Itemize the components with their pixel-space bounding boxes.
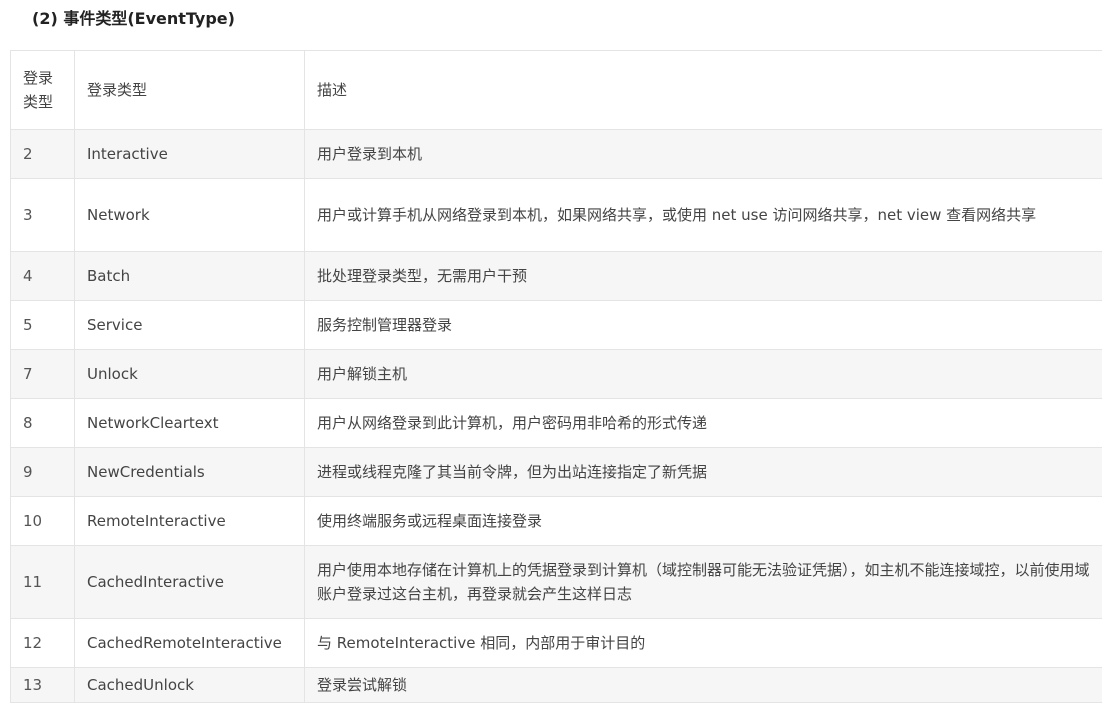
cell-desc: 用户解锁主机 bbox=[304, 349, 1102, 399]
cell-name: Network bbox=[74, 178, 305, 252]
table-row: 11 CachedInteractive 用户使用本地存储在计算机上的凭据登录到… bbox=[10, 545, 1102, 619]
cell-desc: 用户使用本地存储在计算机上的凭据登录到计算机（域控制器可能无法验证凭据），如主机… bbox=[304, 545, 1102, 619]
cell-type: 3 bbox=[10, 178, 75, 252]
cell-name: CachedRemoteInteractive bbox=[74, 618, 305, 668]
cell-type: 9 bbox=[10, 447, 75, 497]
table-row: 10 RemoteInteractive 使用终端服务或远程桌面连接登录 bbox=[10, 496, 1102, 546]
cell-type: 4 bbox=[10, 251, 75, 301]
table-row: 4 Batch 批处理登录类型，无需用户干预 bbox=[10, 251, 1102, 301]
cell-desc: 批处理登录类型，无需用户干预 bbox=[304, 251, 1102, 301]
cell-type: 13 bbox=[10, 667, 75, 703]
table-row: 12 CachedRemoteInteractive 与 RemoteInter… bbox=[10, 618, 1102, 668]
table-row: 9 NewCredentials 进程或线程克隆了其当前令牌，但为出站连接指定了… bbox=[10, 447, 1102, 497]
event-type-table: 登录 类型 登录类型 描述 2 Interactive 用户登录到本机 3 Ne… bbox=[10, 50, 1102, 703]
table-row: 8 NetworkCleartext 用户从网络登录到此计算机，用户密码用非哈希… bbox=[10, 398, 1102, 448]
table-header-row: 登录 类型 登录类型 描述 bbox=[10, 50, 1102, 130]
cell-type: 8 bbox=[10, 398, 75, 448]
cell-name: Service bbox=[74, 300, 305, 350]
cell-type: 12 bbox=[10, 618, 75, 668]
cell-desc: 服务控制管理器登录 bbox=[304, 300, 1102, 350]
cell-name: CachedInteractive bbox=[74, 545, 305, 619]
cell-name: Interactive bbox=[74, 129, 305, 179]
cell-name: Unlock bbox=[74, 349, 305, 399]
cell-name: NewCredentials bbox=[74, 447, 305, 497]
header-description: 描述 bbox=[304, 50, 1102, 130]
cell-desc: 用户登录到本机 bbox=[304, 129, 1102, 179]
cell-name: RemoteInteractive bbox=[74, 496, 305, 546]
cell-type: 2 bbox=[10, 129, 75, 179]
section-heading: (2) 事件类型(EventType) bbox=[32, 9, 235, 28]
cell-desc: 使用终端服务或远程桌面连接登录 bbox=[304, 496, 1102, 546]
cell-name: NetworkCleartext bbox=[74, 398, 305, 448]
cell-desc: 进程或线程克隆了其当前令牌，但为出站连接指定了新凭据 bbox=[304, 447, 1102, 497]
header-line-2: 类型 bbox=[23, 93, 54, 111]
table-row: 13 CachedUnlock 登录尝试解锁 bbox=[10, 667, 1102, 703]
header-logon-type-name: 登录类型 bbox=[74, 50, 305, 130]
cell-name: Batch bbox=[74, 251, 305, 301]
cell-desc: 用户或计算手机从网络登录到本机，如果网络共享，或使用 net use 访问网络共… bbox=[304, 178, 1102, 252]
table-row: 7 Unlock 用户解锁主机 bbox=[10, 349, 1102, 399]
cell-type: 11 bbox=[10, 545, 75, 619]
cell-desc: 登录尝试解锁 bbox=[304, 667, 1102, 703]
header-line-1: 登录 bbox=[23, 69, 54, 87]
cell-type: 7 bbox=[10, 349, 75, 399]
cell-type: 5 bbox=[10, 300, 75, 350]
table-row: 2 Interactive 用户登录到本机 bbox=[10, 129, 1102, 179]
table-row: 3 Network 用户或计算手机从网络登录到本机，如果网络共享，或使用 net… bbox=[10, 178, 1102, 252]
cell-desc: 用户从网络登录到此计算机，用户密码用非哈希的形式传递 bbox=[304, 398, 1102, 448]
header-logon-type-number: 登录 类型 bbox=[10, 50, 75, 130]
cell-desc: 与 RemoteInteractive 相同，内部用于审计目的 bbox=[304, 618, 1102, 668]
table-row: 5 Service 服务控制管理器登录 bbox=[10, 300, 1102, 350]
cell-name: CachedUnlock bbox=[74, 667, 305, 703]
cell-type: 10 bbox=[10, 496, 75, 546]
